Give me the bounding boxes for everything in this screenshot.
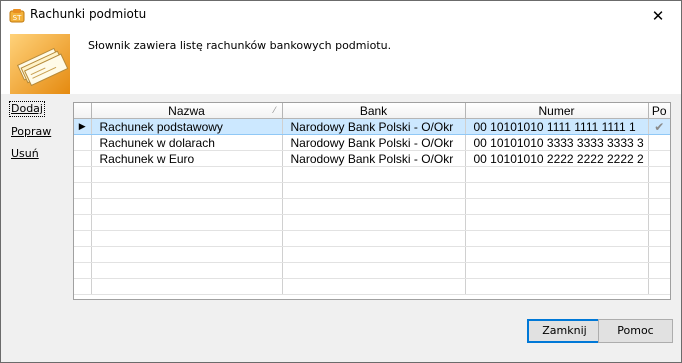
add-link[interactable]: Dodaj	[9, 101, 45, 117]
column-header-bank[interactable]: Bank	[282, 103, 466, 119]
cell-number[interactable]	[465, 166, 649, 183]
cell-number[interactable]	[465, 262, 649, 279]
delete-link[interactable]: Usuń	[11, 147, 71, 161]
help-button[interactable]: Pomoc	[598, 319, 673, 343]
empty-row[interactable]	[74, 262, 670, 279]
cell-name[interactable]: Rachunek w dolarach	[91, 134, 283, 151]
cell-name[interactable]: Rachunek podstawowy	[91, 118, 283, 135]
cell-bank[interactable]	[282, 198, 466, 215]
row-indicator	[74, 246, 92, 263]
empty-row[interactable]	[74, 166, 670, 183]
cell-name[interactable]	[91, 214, 283, 231]
cell-bank[interactable]	[282, 278, 466, 295]
cell-name[interactable]	[91, 230, 283, 247]
cell-primary-flag[interactable]	[648, 182, 670, 199]
row-indicator	[74, 230, 92, 247]
cell-primary-flag[interactable]	[648, 230, 670, 247]
table-row[interactable]: ▶ Rachunek podstawowy Narodowy Bank Polski…	[74, 118, 670, 135]
empty-row[interactable]	[74, 230, 670, 247]
empty-row[interactable]	[74, 182, 670, 199]
cell-number[interactable]	[465, 214, 649, 231]
cell-name[interactable]	[91, 278, 283, 295]
row-indicator	[74, 182, 92, 199]
row-indicator	[74, 134, 92, 151]
cell-primary-flag[interactable]	[648, 198, 670, 215]
window-title: Rachunki podmiotu	[30, 7, 147, 21]
column-header-primary[interactable]: Po	[648, 103, 670, 119]
table-row[interactable]: Rachunek w Euro Narodowy Bank Polski - O/…	[74, 150, 670, 167]
cell-bank[interactable]: Narodowy Bank Polski - O/Okr	[282, 118, 466, 135]
cell-bank[interactable]	[282, 262, 466, 279]
cell-number[interactable]: 00 10101010 1111 1111 1111 1	[465, 118, 649, 135]
empty-row[interactable]	[74, 278, 670, 295]
cell-name[interactable]	[91, 198, 283, 215]
cell-number[interactable]	[465, 182, 649, 199]
sort-icon: ⁄	[273, 105, 276, 115]
row-indicator	[74, 150, 92, 167]
cell-number[interactable]: 00 10101010 2222 2222 2222 2	[465, 150, 649, 167]
cell-number[interactable]	[465, 198, 649, 215]
row-indicator	[74, 198, 92, 215]
bank-accounts-icon	[10, 34, 70, 94]
empty-row[interactable]	[74, 246, 670, 263]
cell-name[interactable]	[91, 246, 283, 263]
app-icon: ST	[9, 9, 25, 23]
title-bar: ST Rachunki podmiotu ✕	[1, 1, 681, 30]
cell-bank[interactable]	[282, 246, 466, 263]
cell-primary-flag[interactable]	[648, 278, 670, 295]
cell-bank[interactable]: Narodowy Bank Polski - O/Okr	[282, 134, 466, 151]
cell-primary-flag[interactable]	[648, 214, 670, 231]
cell-primary-flag[interactable]	[648, 166, 670, 183]
accounts-grid[interactable]: Nazwa ⁄ Bank Numer Po ▶ Rachunek podstawow…	[73, 102, 671, 300]
cell-name[interactable]: Rachunek w Euro	[91, 150, 283, 167]
dictionary-description: Słownik zawiera listę rachunków bankowyc…	[88, 39, 392, 52]
cell-primary-flag[interactable]	[648, 262, 670, 279]
close-button[interactable]: Zamknij	[527, 319, 602, 343]
grid-header-row: Nazwa ⁄ Bank Numer Po	[74, 103, 670, 119]
cell-bank[interactable]	[282, 214, 466, 231]
row-indicator	[74, 278, 92, 295]
cell-bank[interactable]	[282, 230, 466, 247]
cell-bank[interactable]	[282, 166, 466, 183]
cell-primary-flag[interactable]	[648, 134, 670, 151]
empty-row[interactable]	[74, 198, 670, 215]
side-actions: Dodaj Popraw Usuń	[9, 101, 71, 169]
column-header-name[interactable]: Nazwa ⁄	[91, 103, 283, 119]
cell-primary-flag[interactable]	[648, 246, 670, 263]
cell-bank[interactable]	[282, 182, 466, 199]
row-indicator-header	[74, 103, 92, 119]
row-indicator: ▶	[74, 118, 92, 135]
row-indicator	[74, 166, 92, 183]
cell-primary-flag[interactable]	[648, 150, 670, 167]
cell-name[interactable]	[91, 182, 283, 199]
cell-number[interactable]: 00 10101010 3333 3333 3333 3	[465, 134, 649, 151]
edit-link[interactable]: Popraw	[11, 125, 71, 139]
cell-primary-flag[interactable]: ✔	[648, 118, 670, 135]
svg-text:ST: ST	[13, 14, 22, 22]
close-window-button[interactable]: ✕	[635, 1, 681, 30]
empty-row[interactable]	[74, 214, 670, 231]
cell-number[interactable]	[465, 278, 649, 295]
cell-number[interactable]	[465, 230, 649, 247]
column-header-number[interactable]: Numer	[465, 103, 649, 119]
row-indicator	[74, 214, 92, 231]
cell-name[interactable]	[91, 262, 283, 279]
table-row[interactable]: Rachunek w dolarach Narodowy Bank Polski …	[74, 134, 670, 151]
close-icon: ✕	[651, 6, 665, 25]
cell-name[interactable]	[91, 166, 283, 183]
cell-bank[interactable]: Narodowy Bank Polski - O/Okr	[282, 150, 466, 167]
cell-number[interactable]	[465, 246, 649, 263]
row-indicator	[74, 262, 92, 279]
